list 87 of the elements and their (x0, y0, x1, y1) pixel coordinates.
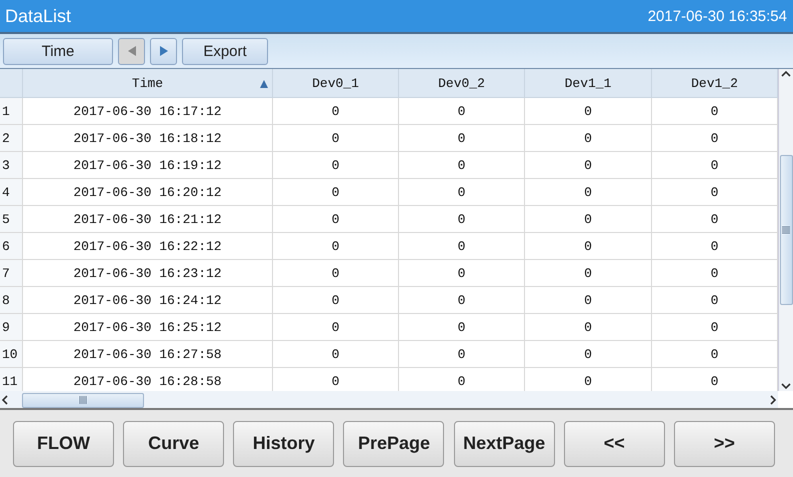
scroll-right-icon[interactable] (768, 395, 778, 405)
scroll-up-icon[interactable] (781, 69, 791, 79)
column-header[interactable]: Dev1_2 (652, 69, 778, 98)
table-cell: 0 (273, 287, 399, 314)
table-cell: 0 (399, 287, 525, 314)
column-title: Dev1_2 (691, 76, 738, 90)
nav-button[interactable]: Curve (123, 420, 224, 466)
row-number: 4 (0, 179, 23, 206)
toolbar-button[interactable]: Export (182, 38, 268, 64)
table-cell: 0 (399, 125, 525, 152)
table-cell: 0 (399, 341, 525, 368)
table-cell: 2017-06-30 16:22:12 (23, 233, 273, 260)
horizontal-scrollbar[interactable] (0, 391, 778, 409)
table-cell: 0 (273, 179, 399, 206)
table-cell: 2017-06-30 16:18:12 (23, 125, 273, 152)
scroll-left-icon[interactable] (0, 395, 10, 405)
right-arrow-icon (160, 46, 168, 56)
window-title: DataList (5, 6, 72, 26)
table-cell: 2017-06-30 16:21:12 (23, 206, 273, 233)
toolbar-button[interactable]: Time (3, 38, 113, 64)
table-cell: 0 (273, 260, 399, 287)
table-cell: 0 (525, 260, 652, 287)
nav-button[interactable]: PrePage (343, 420, 444, 466)
row-number: 1 (0, 98, 23, 125)
row-number: 3 (0, 152, 23, 179)
table-cell: 0 (525, 179, 652, 206)
nav-button[interactable]: FLOW (13, 420, 114, 466)
table-cell: 2017-06-30 16:23:12 (23, 260, 273, 287)
row-number: 11 (0, 368, 23, 391)
table-cell: 0 (273, 206, 399, 233)
table-cell: 0 (525, 98, 652, 125)
column-header[interactable]: Time (23, 69, 273, 98)
table-cell: 0 (399, 179, 525, 206)
row-number: 6 (0, 233, 23, 260)
clock: 2017-06-30 16:35:54 (648, 8, 787, 24)
row-number: 10 (0, 341, 23, 368)
row-number: 7 (0, 260, 23, 287)
table-cell: 0 (525, 341, 652, 368)
table-cell: 0 (273, 125, 399, 152)
column-title: Dev1_1 (564, 76, 612, 90)
column-header[interactable]: Dev0_1 (273, 69, 399, 98)
table-cell: 2017-06-30 16:27:58 (23, 341, 273, 368)
table-cell: 0 (273, 233, 399, 260)
column-title: Dev0_1 (312, 76, 359, 90)
scroll-thumb[interactable] (22, 392, 144, 408)
row-number: 2 (0, 125, 23, 152)
table-cell: 0 (273, 152, 399, 179)
table-cell: 0 (525, 314, 652, 341)
scroll-thumb[interactable] (780, 155, 792, 305)
table-cell: 0 (399, 152, 525, 179)
table-cell: 0 (525, 287, 652, 314)
column-header[interactable]: Dev1_1 (525, 69, 652, 98)
nav-button[interactable]: >> (674, 420, 775, 466)
table-cell: 0 (399, 233, 525, 260)
column-header[interactable]: Dev0_2 (399, 69, 525, 98)
grip-icon (79, 396, 87, 404)
table-cell: 0 (399, 314, 525, 341)
table-cell: 2017-06-30 16:17:12 (23, 98, 273, 125)
table-cell: 2017-06-30 16:19:12 (23, 152, 273, 179)
table-cell: 0 (273, 341, 399, 368)
table-cell: 0 (399, 98, 525, 125)
column-title: Time (132, 76, 164, 90)
table-cell: 2017-06-30 16:20:12 (23, 179, 273, 206)
table-cell: 0 (273, 98, 399, 125)
scroll-down-icon[interactable] (781, 381, 791, 391)
table-cell: 2017-06-30 16:24:12 (23, 287, 273, 314)
grip-icon (782, 226, 790, 234)
row-number: 8 (0, 287, 23, 314)
table-cell: 0 (399, 260, 525, 287)
left-arrow-icon (128, 46, 136, 56)
table-cell: 0 (399, 206, 525, 233)
row-number: 9 (0, 314, 23, 341)
table-cell: 0 (273, 314, 399, 341)
table-cell: 0 (525, 125, 652, 152)
nav-button[interactable]: NextPage (454, 420, 555, 466)
table-cell: 0 (525, 233, 652, 260)
nav-button[interactable]: << (564, 420, 665, 466)
table-cell: 2017-06-30 16:25:12 (23, 314, 273, 341)
row-number: 5 (0, 206, 23, 233)
sort-icon (260, 78, 268, 88)
table-cell: 0 (525, 152, 652, 179)
table-cell: 0 (525, 206, 652, 233)
vertical-scrollbar[interactable] (778, 69, 793, 391)
corner-header (0, 69, 23, 98)
next-button[interactable] (150, 38, 177, 64)
column-title: Dev0_2 (438, 76, 485, 90)
nav-button[interactable]: History (233, 420, 334, 466)
